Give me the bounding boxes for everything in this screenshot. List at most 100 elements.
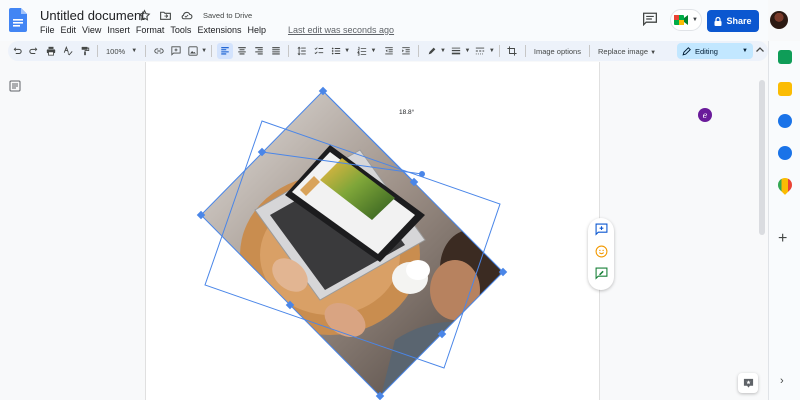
paint-format-button[interactable] — [77, 43, 93, 59]
chevron-down-icon[interactable]: ▼ — [344, 48, 350, 54]
share-label: Share — [726, 16, 752, 26]
numbered-list-button[interactable] — [354, 43, 370, 59]
bulleted-list-button[interactable] — [328, 43, 344, 59]
insert-image-icon — [188, 46, 198, 56]
menu-view[interactable]: View — [79, 25, 104, 35]
chevron-down-icon: ▼ — [742, 48, 748, 54]
print-icon — [46, 46, 55, 56]
rotation-angle-label: 18.8° — [399, 109, 415, 116]
spellcheck-button[interactable] — [60, 43, 76, 59]
menu-insert[interactable]: Insert — [104, 25, 133, 35]
menu-help[interactable]: Help — [244, 25, 269, 35]
zoom-value: 100% — [106, 46, 126, 56]
last-edit-link[interactable]: Last edit was seconds ago — [285, 25, 397, 35]
contacts-icon[interactable] — [778, 146, 792, 160]
comment-history-icon[interactable] — [642, 12, 658, 26]
menu-edit[interactable]: Edit — [58, 25, 80, 35]
chevron-down-icon: ▼ — [650, 49, 657, 56]
cloud-saved-icon[interactable] — [180, 9, 193, 22]
document-title[interactable]: Untitled document — [40, 8, 145, 23]
border-weight-button[interactable] — [448, 43, 464, 59]
replace-image-button[interactable]: Replace image ▼ — [594, 47, 660, 56]
menu-tools[interactable]: Tools — [167, 25, 194, 35]
docs-logo-icon[interactable] — [9, 8, 27, 32]
increase-indent-icon — [401, 47, 410, 55]
align-center-button[interactable] — [234, 43, 250, 59]
print-button[interactable] — [43, 43, 59, 59]
insert-link-button[interactable] — [151, 43, 167, 59]
keep-icon[interactable] — [778, 82, 792, 96]
share-button[interactable]: Share — [707, 10, 759, 32]
crop-icon — [507, 46, 517, 56]
chevron-down-icon[interactable]: ▼ — [464, 48, 470, 54]
toolbar-divider — [524, 45, 526, 57]
add-comment-button[interactable] — [168, 43, 184, 59]
border-dash-icon — [476, 47, 485, 55]
crop-button[interactable] — [504, 43, 520, 59]
toolbar-divider — [211, 45, 213, 57]
increase-indent-button[interactable] — [398, 43, 414, 59]
align-right-button[interactable] — [251, 43, 267, 59]
chevron-down-icon[interactable]: ▼ — [489, 48, 495, 54]
title-actions: Saved to Drive — [138, 9, 252, 22]
toolbar-divider — [588, 45, 590, 57]
numbered-list-icon — [357, 46, 367, 56]
paint-format-icon — [81, 46, 89, 56]
suggest-edits-button[interactable] — [588, 262, 614, 284]
chevron-right-icon[interactable]: › — [780, 375, 784, 387]
redo-button[interactable] — [26, 43, 42, 59]
chevron-down-icon: ▼ — [692, 17, 698, 23]
save-status: Saved to Drive — [203, 11, 253, 20]
maps-icon[interactable] — [775, 175, 795, 195]
explore-button[interactable] — [738, 373, 758, 393]
tasks-icon[interactable] — [778, 114, 792, 128]
add-comment-icon — [595, 223, 607, 236]
floating-actions — [588, 218, 614, 290]
toolbar-divider — [498, 45, 500, 57]
align-left-button[interactable] — [216, 43, 233, 59]
account-avatar[interactable] — [770, 11, 788, 29]
chevron-down-icon[interactable]: ▼ — [201, 48, 207, 54]
suggest-edit-icon — [595, 267, 607, 280]
redo-icon — [28, 47, 37, 55]
move-folder-icon[interactable] — [159, 9, 172, 22]
undo-button[interactable] — [9, 43, 25, 59]
border-color-button[interactable] — [424, 43, 440, 59]
document-page[interactable] — [145, 62, 600, 400]
line-spacing-button[interactable] — [294, 43, 310, 59]
vertical-scrollbar[interactable] — [759, 80, 765, 235]
lock-icon — [714, 16, 722, 26]
meet-icon — [674, 15, 689, 25]
decrease-indent-button[interactable] — [381, 43, 397, 59]
add-comment-float-button[interactable] — [588, 218, 614, 240]
chevron-down-icon: ▼ — [131, 48, 138, 54]
pen-icon — [428, 47, 435, 55]
link-icon — [154, 48, 164, 54]
undo-icon — [13, 47, 22, 55]
meet-button[interactable]: ▼ — [670, 9, 702, 31]
document-outline-icon[interactable] — [9, 80, 21, 92]
add-emoji-button[interactable] — [588, 240, 614, 262]
align-left-icon — [220, 47, 229, 55]
explore-icon — [743, 378, 753, 388]
editing-mode-select[interactable]: Editing ▼ — [677, 43, 753, 59]
checklist-button[interactable] — [311, 43, 327, 59]
line-spacing-icon — [297, 46, 306, 56]
menu-file[interactable]: File — [40, 25, 58, 35]
add-comment-icon — [171, 46, 181, 56]
get-add-ons-icon[interactable]: + — [778, 230, 787, 248]
title-bar: Untitled document Saved to Drive File Ed… — [0, 0, 788, 41]
menu-extensions[interactable]: Extensions — [194, 25, 244, 35]
editing-mode-label: Editing — [695, 46, 718, 56]
image-options-button[interactable]: Image options — [530, 47, 585, 56]
insert-image-button[interactable] — [185, 43, 201, 59]
zoom-select[interactable]: 100% ▼ — [102, 47, 141, 56]
chevron-down-icon[interactable]: ▼ — [440, 48, 446, 54]
sheets-icon[interactable] — [778, 50, 792, 64]
chevron-down-icon[interactable]: ▼ — [371, 48, 377, 54]
border-dash-button[interactable] — [472, 43, 488, 59]
star-icon[interactable] — [138, 9, 151, 22]
chevron-up-icon[interactable] — [754, 44, 766, 56]
menu-format[interactable]: Format — [133, 25, 168, 35]
justify-button[interactable] — [268, 43, 284, 59]
